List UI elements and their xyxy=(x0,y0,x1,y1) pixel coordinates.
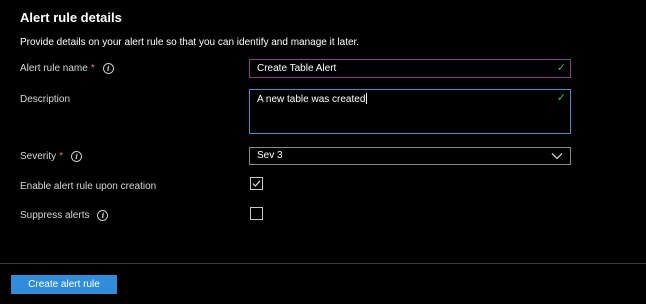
info-icon[interactable]: i xyxy=(102,63,114,74)
enable-on-creation-checkbox[interactable] xyxy=(250,177,263,190)
suppress-alerts-label: Suppress alerts i xyxy=(20,210,109,221)
description-value: A new table was created xyxy=(257,94,366,105)
description-label-text: Description xyxy=(20,94,71,105)
info-icon[interactable]: i xyxy=(97,210,109,221)
alert-rule-name-label-text: Alert rule name xyxy=(20,63,88,74)
section-title: Alert rule details xyxy=(20,10,122,25)
section-description: Provide details on your alert rule so th… xyxy=(20,37,360,48)
create-alert-rule-button[interactable]: Create alert rule xyxy=(11,275,117,294)
required-marker: * xyxy=(90,63,95,74)
description-textarea[interactable]: A new table was created ✓ xyxy=(249,89,571,134)
enable-on-creation-label: Enable alert rule upon creation xyxy=(20,181,156,192)
info-icon[interactable]: i xyxy=(71,151,83,162)
required-marker: * xyxy=(59,151,64,162)
alert-rule-name-value: Create Table Alert xyxy=(257,63,337,74)
valid-check-icon: ✓ xyxy=(556,62,566,74)
severity-label: Severity * i xyxy=(20,151,83,162)
checkmark-icon xyxy=(252,180,261,187)
suppress-alerts-checkbox[interactable] xyxy=(250,207,263,220)
description-label: Description xyxy=(20,94,70,105)
alert-rule-name-label: Alert rule name * i xyxy=(20,63,114,74)
enable-on-creation-label-text: Enable alert rule upon creation xyxy=(20,181,157,192)
chevron-down-icon xyxy=(551,153,563,160)
severity-dropdown[interactable]: Sev 3 xyxy=(249,147,571,165)
suppress-alerts-label-text: Suppress alerts xyxy=(20,210,90,221)
severity-selected-value: Sev 3 xyxy=(257,150,283,161)
alert-rule-details-panel: Alert rule details Provide details on yo… xyxy=(0,0,646,304)
alert-rule-name-input[interactable]: Create Table Alert ✓ xyxy=(249,59,571,78)
footer-divider xyxy=(0,263,646,264)
text-cursor xyxy=(366,93,368,104)
valid-check-icon: ✓ xyxy=(556,92,566,104)
severity-label-text: Severity xyxy=(20,151,57,162)
